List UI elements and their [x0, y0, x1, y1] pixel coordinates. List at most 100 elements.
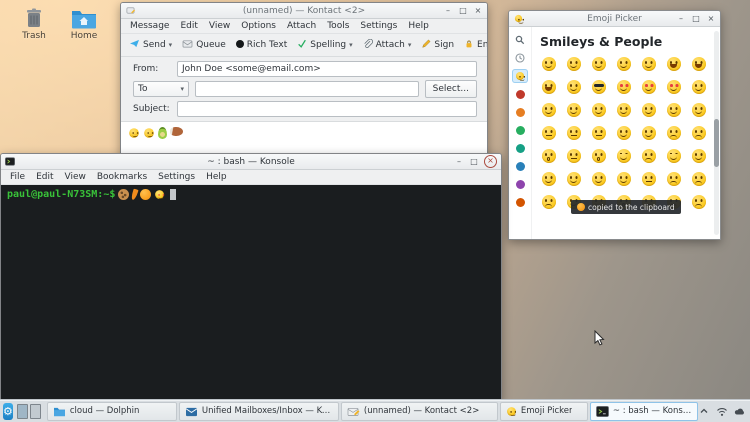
task-button-unnamed-kontact-2[interactable]: (unnamed) — Kontact <2>: [341, 402, 498, 421]
minimize-icon[interactable]: [443, 6, 453, 16]
minimize-icon[interactable]: [454, 157, 464, 167]
category-animals-nature[interactable]: [512, 87, 528, 101]
network-icon[interactable]: [716, 405, 729, 418]
kontact-titlebar[interactable]: (unnamed) — Kontact <2>: [121, 3, 487, 19]
toolbar-button-queue[interactable]: Queue: [178, 37, 230, 53]
task-button-unified-mailboxes-inbox-ko[interactable]: Unified Mailboxes/Inbox — Ko...: [179, 402, 339, 421]
menu-item-view[interactable]: View: [204, 19, 235, 33]
emoji-cell[interactable]: [561, 144, 586, 167]
task-button-bash-konsole[interactable]: ~ : bash — Konsole: [590, 402, 698, 421]
close-icon[interactable]: [473, 6, 483, 16]
menu-item-edit[interactable]: Edit: [31, 170, 58, 184]
desktop-icon-home[interactable]: Home: [56, 6, 112, 41]
maximize-icon[interactable]: [469, 157, 479, 167]
emoji-cell[interactable]: [536, 98, 561, 121]
close-icon[interactable]: [484, 155, 497, 168]
emoji-cell[interactable]: [686, 167, 711, 190]
emoji-cell[interactable]: [686, 75, 711, 98]
toolbar-button-attach[interactable]: Attach▾: [359, 37, 416, 54]
emoji-cell[interactable]: [611, 167, 636, 190]
task-button-emoji-picker[interactable]: Emoji Picker: [500, 402, 588, 421]
minimize-icon[interactable]: [676, 14, 686, 24]
emoji-cell[interactable]: [586, 167, 611, 190]
emoji-cell[interactable]: [586, 75, 611, 98]
emoji-cell[interactable]: [536, 75, 561, 98]
emoji-cell[interactable]: [586, 52, 611, 75]
emoji-cell[interactable]: [611, 121, 636, 144]
maximize-icon[interactable]: [458, 6, 468, 16]
emoji-cell[interactable]: [661, 121, 686, 144]
category-symbols[interactable]: [512, 177, 528, 191]
terminal-area[interactable]: paul@paul-N73SM:~$: [1, 185, 501, 401]
category-search[interactable]: [512, 33, 528, 47]
emoji-cell[interactable]: [661, 144, 686, 167]
menu-item-help[interactable]: Help: [201, 170, 232, 184]
emoji-cell[interactable]: [586, 144, 611, 167]
desktop-2[interactable]: [30, 404, 41, 419]
emoji-cell[interactable]: [586, 121, 611, 144]
emoji-cell[interactable]: [536, 121, 561, 144]
emoji-cell[interactable]: [536, 190, 561, 213]
emoji-cell[interactable]: [686, 121, 711, 144]
emoji-cell[interactable]: [611, 75, 636, 98]
toolbar-button-rich-text[interactable]: Rich Text: [232, 38, 291, 53]
emoji-cell[interactable]: [661, 167, 686, 190]
subject-field[interactable]: [177, 101, 477, 117]
emoji-cell[interactable]: [686, 98, 711, 121]
emoji-cell[interactable]: [536, 52, 561, 75]
menu-item-options[interactable]: Options: [236, 19, 281, 33]
menu-item-bookmarks[interactable]: Bookmarks: [92, 170, 152, 184]
emoji-cell[interactable]: [561, 75, 586, 98]
from-field[interactable]: John Doe <some@email.com>: [177, 61, 477, 77]
category-travel-places[interactable]: [512, 141, 528, 155]
emoji-cell[interactable]: [561, 52, 586, 75]
menu-item-help[interactable]: Help: [403, 19, 434, 33]
category-objects[interactable]: [512, 159, 528, 173]
menu-item-edit[interactable]: Edit: [175, 19, 202, 33]
toolbar-button-sign[interactable]: Sign: [417, 37, 458, 54]
expand-arrow-icon[interactable]: [698, 405, 711, 418]
emoji-cell[interactable]: [611, 52, 636, 75]
emoji-cell[interactable]: [661, 52, 686, 75]
emoji-cell[interactable]: [586, 98, 611, 121]
select-recipient-button[interactable]: Select...: [425, 80, 477, 98]
emoji-cell[interactable]: [636, 75, 661, 98]
desktop-icon-trash[interactable]: Trash: [6, 6, 62, 41]
toolbar-button-spelling[interactable]: Spelling▾: [293, 37, 356, 53]
category-food-drink[interactable]: [512, 105, 528, 119]
virtual-desktop-pager[interactable]: [17, 404, 41, 419]
picker-titlebar[interactable]: Emoji Picker: [509, 11, 720, 27]
emoji-cell[interactable]: [636, 121, 661, 144]
emoji-cell[interactable]: [536, 167, 561, 190]
menu-item-settings[interactable]: Settings: [153, 170, 200, 184]
emoji-cell[interactable]: [636, 52, 661, 75]
cloud-sync-icon[interactable]: [734, 405, 747, 418]
close-icon[interactable]: [706, 14, 716, 24]
menu-item-tools[interactable]: Tools: [322, 19, 354, 33]
menu-item-attach[interactable]: Attach: [282, 19, 321, 33]
recipient-type-combo[interactable]: To ▾: [133, 81, 189, 97]
maximize-icon[interactable]: [691, 14, 701, 24]
menu-item-settings[interactable]: Settings: [355, 19, 402, 33]
emoji-cell[interactable]: [686, 190, 711, 213]
konsole-titlebar[interactable]: ~ : bash — Konsole: [1, 154, 501, 170]
emoji-cell[interactable]: [636, 98, 661, 121]
category-flags[interactable]: [512, 195, 528, 209]
emoji-cell[interactable]: [611, 98, 636, 121]
scrollbar-thumb[interactable]: [714, 119, 719, 167]
category-activities[interactable]: [512, 123, 528, 137]
picker-scrollbar[interactable]: [714, 31, 719, 235]
to-field[interactable]: [195, 81, 419, 97]
emoji-cell[interactable]: [636, 144, 661, 167]
emoji-cell[interactable]: [561, 121, 586, 144]
toolbar-button-send[interactable]: Send▾: [125, 37, 176, 53]
toolbar-button-encrypt[interactable]: Encrypt: [460, 37, 488, 54]
emoji-cell[interactable]: [536, 144, 561, 167]
emoji-cell[interactable]: [611, 144, 636, 167]
category-smileys-people[interactable]: [512, 69, 528, 83]
menu-item-message[interactable]: Message: [125, 19, 174, 33]
emoji-cell[interactable]: [686, 144, 711, 167]
desktop-1[interactable]: [17, 404, 28, 419]
emoji-cell[interactable]: [686, 52, 711, 75]
emoji-cell[interactable]: [661, 98, 686, 121]
